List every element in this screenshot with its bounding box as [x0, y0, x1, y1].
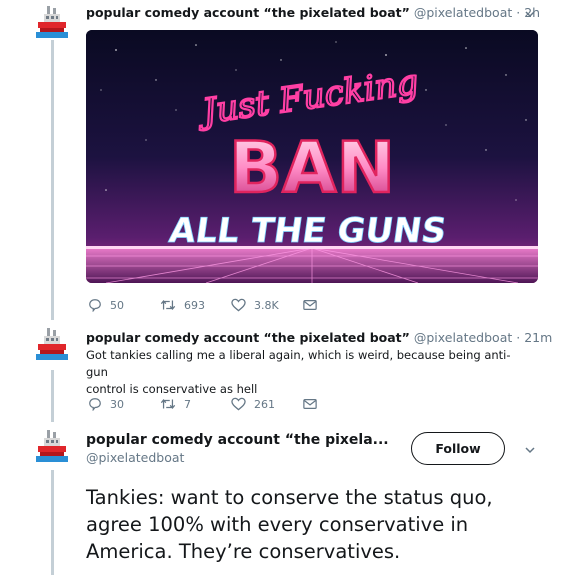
avatar-boat-icon[interactable] — [36, 4, 68, 40]
retweet-count: 7 — [184, 397, 191, 411]
avatar-boat-icon[interactable] — [36, 326, 68, 362]
display-name[interactable]: popular comedy account “the pixelated bo… — [86, 330, 410, 345]
tweet-actions: 30 7 261 — [88, 395, 348, 413]
tweet-media-image[interactable]: Just Fucking BAN ALL THE GUNS — [86, 30, 538, 283]
display-name[interactable]: popular comedy account “the pixelated bo… — [86, 5, 410, 20]
image-line2: BAN — [229, 127, 395, 209]
tweet-header: popular comedy account “the pixelated bo… — [86, 5, 540, 20]
tweet-header: popular comedy account “the pixelated bo… — [86, 330, 552, 345]
tweet-text-line: America. They’re conservatives. — [86, 540, 401, 563]
reply-icon — [89, 299, 101, 312]
follow-button[interactable]: Follow — [411, 432, 505, 465]
handle[interactable]: @pixelatedboat — [414, 330, 512, 345]
like-icon — [231, 298, 246, 312]
image-line3: ALL THE GUNS — [167, 211, 449, 251]
tweet-text-line: agree 100% with every conservative in — [86, 513, 469, 536]
message-button[interactable] — [303, 395, 317, 413]
synthwave-image: Just Fucking BAN ALL THE GUNS — [86, 30, 538, 283]
retweet-button[interactable]: 693 — [160, 296, 205, 314]
reply-count: 50 — [110, 298, 124, 312]
tweet-1[interactable]: popular comedy account “the pixelated bo… — [0, 0, 567, 320]
handle[interactable]: @pixelatedboat — [414, 5, 512, 20]
like-button[interactable]: 3.8K — [231, 296, 279, 314]
like-icon — [231, 397, 246, 411]
tweet-text: Tankies: want to conserve the status quo… — [86, 484, 556, 565]
avatar-boat-icon[interactable] — [36, 428, 68, 464]
chevron-down-icon[interactable] — [524, 444, 536, 456]
tweet-text-line: Got tankies calling me a liberal again, … — [86, 348, 511, 379]
chevron-down-icon[interactable] — [524, 8, 536, 20]
retweet-count: 693 — [184, 298, 205, 312]
like-count: 3.8K — [254, 298, 279, 312]
reply-count: 30 — [110, 397, 124, 411]
reply-icon — [89, 398, 101, 411]
like-count: 261 — [254, 397, 275, 411]
retweet-icon — [160, 399, 176, 409]
retweet-icon — [160, 300, 176, 310]
like-button[interactable]: 261 — [231, 395, 275, 413]
message-icon — [303, 399, 317, 409]
display-name[interactable]: popular comedy account “the pixela... — [86, 432, 389, 448]
tweet-text: Got tankies calling me a liberal again, … — [86, 347, 516, 398]
reply-button[interactable]: 50 — [88, 296, 124, 314]
handle[interactable]: @pixelatedboat — [86, 450, 389, 465]
message-icon — [303, 300, 317, 310]
retweet-button[interactable]: 7 — [160, 395, 191, 413]
message-button[interactable] — [303, 296, 317, 314]
tweet-header: popular comedy account “the pixela... @p… — [86, 432, 389, 465]
timestamp[interactable]: · 21m — [516, 330, 552, 345]
tweet-2[interactable]: popular comedy account “the pixelated bo… — [0, 320, 567, 420]
reply-button[interactable]: 30 — [88, 395, 124, 413]
tweet-text-line: Tankies: want to conserve the status quo… — [86, 486, 493, 509]
tweet-actions: 50 693 3.8K — [88, 296, 348, 314]
